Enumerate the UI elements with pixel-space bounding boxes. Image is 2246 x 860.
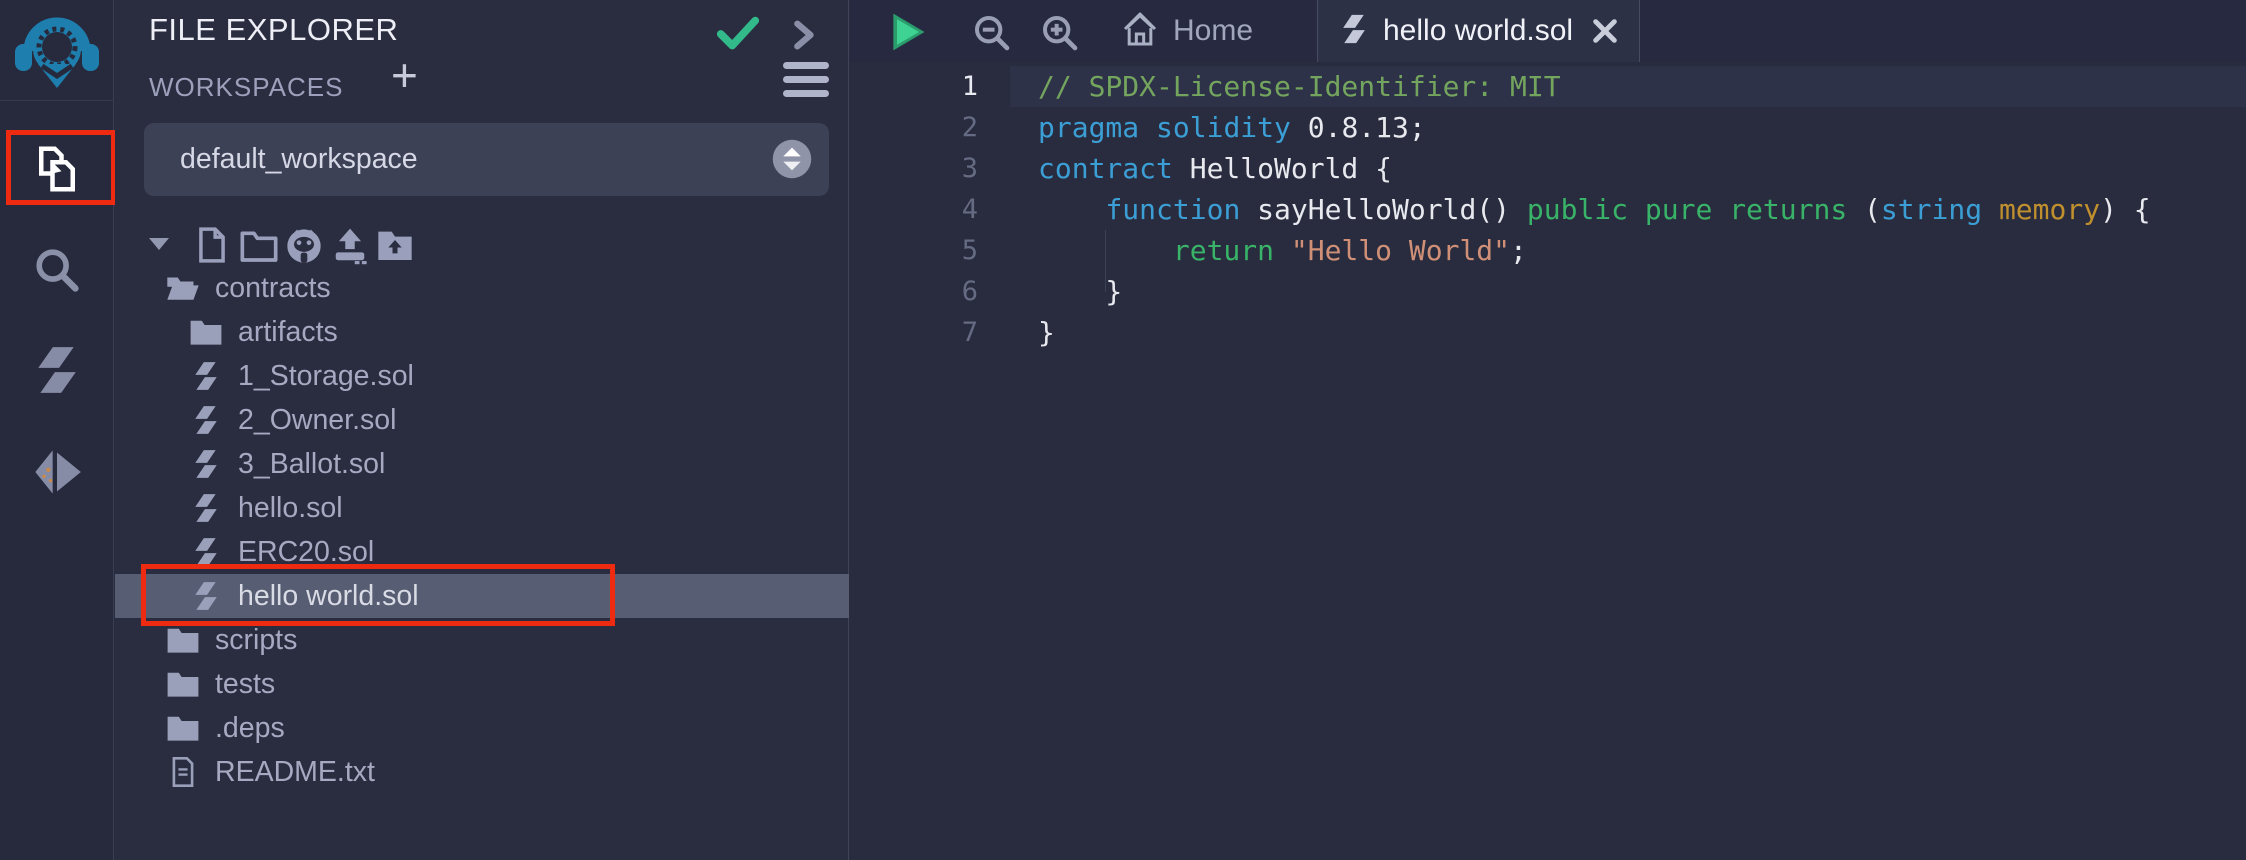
code-line-6[interactable]: }: [1038, 271, 2151, 312]
divider: [0, 100, 114, 101]
solidity-icon: [189, 581, 223, 611]
code-line-2[interactable]: pragma solidity 0.8.13;: [1038, 107, 2151, 148]
zoom-out-icon[interactable]: [972, 13, 1012, 58]
collapse-chevron-icon[interactable]: [149, 238, 169, 250]
line-number: 6: [850, 271, 978, 312]
tree-item-label: hello world.sol: [238, 580, 419, 613]
tree-item-2-owner-sol[interactable]: 2_Owner.sol: [115, 398, 849, 442]
tree-toolbar: [115, 224, 849, 266]
tree-item-3-ballot-sol[interactable]: 3_Ballot.sol: [115, 442, 849, 486]
tree-item-label: 2_Owner.sol: [238, 404, 396, 437]
line-number: 1: [850, 66, 978, 107]
remix-logo-icon[interactable]: [12, 4, 102, 96]
tree-item-readme-txt[interactable]: README.txt: [115, 750, 849, 794]
tab-hello-world-sol[interactable]: hello world.sol: [1317, 0, 1640, 62]
folder-icon: [189, 318, 223, 346]
panel-title: FILE EXPLORER: [149, 12, 398, 48]
tree-item-artifacts[interactable]: artifacts: [115, 310, 849, 354]
search-icon[interactable]: [31, 244, 83, 301]
solidity-icon: [189, 493, 223, 523]
workspace-select[interactable]: default_workspace: [144, 123, 829, 196]
deploy-and-run-icon[interactable]: [30, 446, 84, 503]
tab-label: hello world.sol: [1383, 14, 1573, 48]
tree-item-label: 1_Storage.sol: [238, 360, 414, 393]
new-folder-icon[interactable]: [239, 226, 279, 269]
tab-label: Home: [1173, 14, 1253, 48]
solidity-icon: [189, 405, 223, 435]
tab-home[interactable]: Home: [1100, 0, 1273, 62]
solidity-compiler-icon[interactable]: [32, 344, 82, 401]
line-number: 5: [850, 230, 978, 271]
folder-icon: [166, 714, 200, 742]
solidity-file-icon: [1341, 13, 1367, 50]
select-spinner-icon: [771, 138, 813, 185]
code-line-4[interactable]: function sayHelloWorld() public pure ret…: [1038, 189, 2151, 230]
tree-item-label: ERC20.sol: [238, 536, 374, 569]
code-line-5[interactable]: return "Hello World";: [1038, 230, 2151, 271]
line-number-gutter: 1234567: [850, 66, 978, 353]
code-line-3[interactable]: contract HelloWorld {: [1038, 148, 2151, 189]
folder-icon: [166, 626, 200, 654]
editor-area: Home hello world.sol 1234567 // SPDX-Lic…: [850, 0, 2246, 860]
tree-item-label: hello.sol: [238, 492, 343, 525]
activity-bar: [0, 0, 114, 860]
solidity-icon: [189, 449, 223, 479]
tree-item-label: 3_Ballot.sol: [238, 448, 385, 481]
tree-item-tests[interactable]: tests: [115, 662, 849, 706]
tree-item-label: contracts: [215, 272, 331, 305]
workspace-selected-value: default_workspace: [180, 123, 418, 196]
run-icon[interactable]: [886, 10, 930, 59]
folder-open-icon: [166, 274, 200, 302]
tree-item-scripts[interactable]: scripts: [115, 618, 849, 662]
tree-item-label: tests: [215, 668, 275, 701]
new-file-icon[interactable]: [195, 226, 229, 269]
upload-file-icon[interactable]: [331, 226, 369, 271]
solidity-icon: [189, 537, 223, 567]
code-editor[interactable]: 1234567 // SPDX-License-Identifier: MITp…: [850, 62, 2246, 860]
line-number: 4: [850, 189, 978, 230]
add-workspace-button[interactable]: +: [391, 52, 418, 98]
workspace-menu-button[interactable]: [783, 62, 829, 97]
file-icon: [166, 756, 200, 788]
folder-icon: [166, 670, 200, 698]
tab-bar: Home hello world.sol: [850, 0, 2246, 62]
tree-item-1-storage-sol[interactable]: 1_Storage.sol: [115, 354, 849, 398]
tree-item-hello-world-sol[interactable]: hello world.sol: [115, 574, 849, 618]
tree-item--deps[interactable]: .deps: [115, 706, 849, 750]
tree-item-label: README.txt: [215, 756, 375, 789]
check-icon: [715, 14, 761, 59]
tree-item-hello-sol[interactable]: hello.sol: [115, 486, 849, 530]
zoom-in-icon[interactable]: [1040, 13, 1080, 58]
file-explorer-panel: FILE EXPLORER WORKSPACES + default_works…: [115, 0, 849, 860]
tree-item-erc20-sol[interactable]: ERC20.sol: [115, 530, 849, 574]
file-tree: contracts artifacts 1_Storage.sol 2_Owner.s…: [115, 266, 849, 794]
line-number: 7: [850, 312, 978, 353]
solidity-icon: [189, 361, 223, 391]
github-icon[interactable]: [283, 226, 325, 271]
chevron-right-icon[interactable]: [789, 20, 817, 55]
tree-item-label: scripts: [215, 624, 297, 657]
code-line-1[interactable]: // SPDX-License-Identifier: MIT: [1038, 66, 2151, 107]
close-icon[interactable]: [1591, 17, 1619, 45]
code-line-7[interactable]: }: [1038, 312, 2151, 353]
workspaces-label: WORKSPACES: [149, 72, 343, 103]
code-lines: // SPDX-License-Identifier: MITpragma so…: [1038, 66, 2151, 353]
home-icon: [1120, 9, 1160, 54]
tree-item-label: .deps: [215, 712, 285, 745]
tree-item-contracts[interactable]: contracts: [115, 266, 849, 310]
line-number: 2: [850, 107, 978, 148]
file-explorer-icon[interactable]: [30, 142, 84, 201]
line-number: 3: [850, 148, 978, 189]
upload-folder-icon[interactable]: [375, 226, 415, 269]
tree-item-label: artifacts: [238, 316, 338, 349]
